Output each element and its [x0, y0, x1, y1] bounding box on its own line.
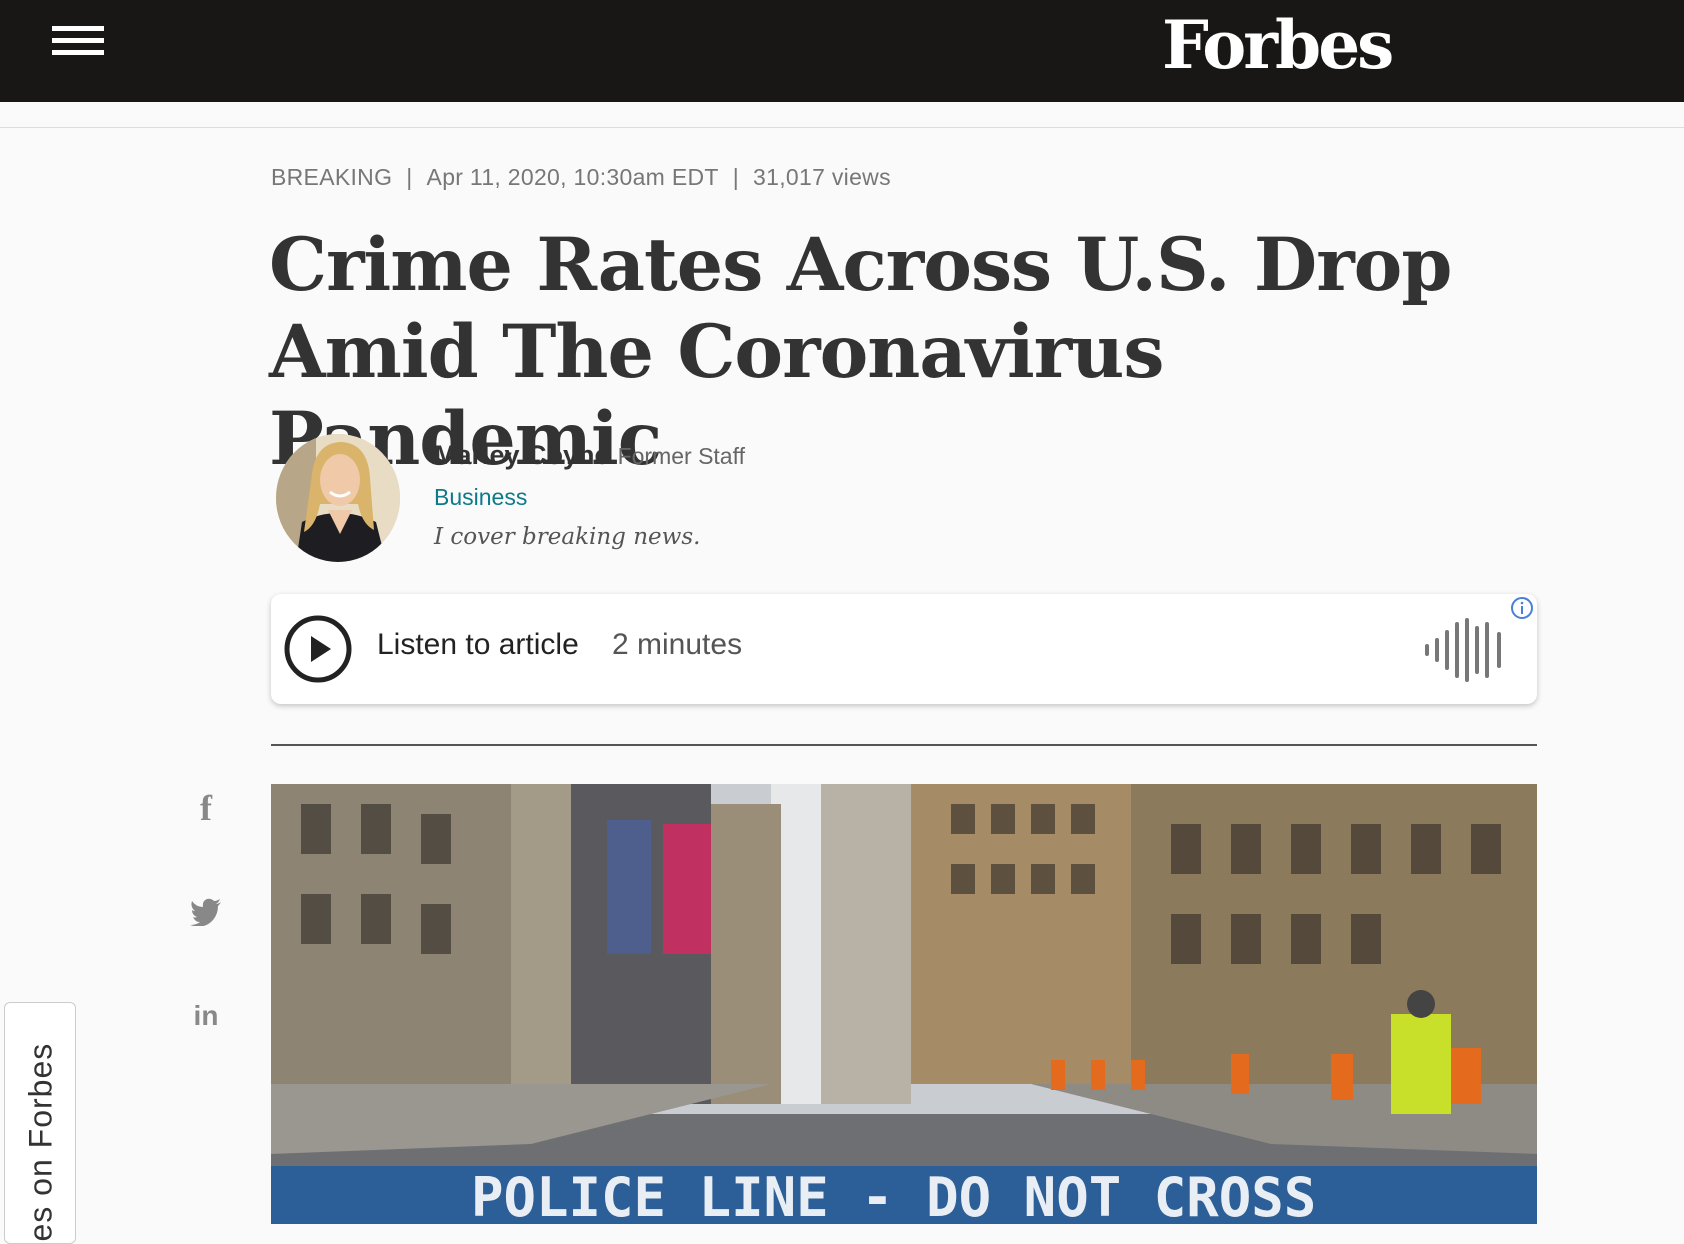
info-icon[interactable] [1510, 596, 1534, 620]
author-role: Former Staff [617, 443, 745, 469]
audio-wave-icon [1423, 618, 1505, 682]
publish-date: Apr 11, 2020, 10:30am EDT [426, 164, 719, 190]
meta-separator: | [406, 164, 413, 190]
top-navigation-bar: Forbes [0, 0, 1684, 102]
play-icon[interactable] [283, 614, 353, 684]
listen-to-article-player[interactable]: Listen to article 2 minutes [271, 594, 1537, 704]
category-label[interactable]: BREAKING [271, 164, 392, 190]
content-divider [271, 744, 1537, 746]
author-line: Marley Coyne Former Staff [434, 440, 745, 471]
hamburger-menu-icon[interactable] [52, 26, 104, 62]
view-count: 31,017 views [753, 164, 891, 190]
forbes-logo[interactable]: Forbes [1162, 2, 1394, 88]
linkedin-share-icon[interactable]: in [186, 996, 226, 1036]
article-hero-photo[interactable]: POLICE LINE - DO NOT CROSS [271, 784, 1537, 1224]
author-name[interactable]: Marley Coyne [434, 440, 610, 470]
police-tape-text: POLICE LINE - DO NOT CROSS [471, 1166, 1316, 1224]
linkedin-glyph: in [193, 1000, 219, 1031]
twitter-icon[interactable] [186, 892, 226, 932]
header-divider [0, 127, 1684, 128]
facebook-share-icon[interactable]: f [186, 788, 226, 828]
side-tab-label: es on Forbes [22, 1042, 59, 1242]
author-avatar[interactable] [276, 434, 400, 562]
article-meta: BREAKING | Apr 11, 2020, 10:30am EDT | 31,01… [271, 164, 891, 191]
listen-duration: 2 minutes [612, 628, 743, 661]
more-on-forbes-tab[interactable]: es on Forbes [4, 1002, 76, 1244]
facebook-glyph: f [200, 788, 212, 828]
listen-label[interactable]: Listen to article [377, 628, 579, 662]
author-channel-link[interactable]: Business [434, 484, 527, 511]
meta-separator: | [732, 164, 740, 190]
author-bio: I cover breaking news. [434, 524, 701, 550]
